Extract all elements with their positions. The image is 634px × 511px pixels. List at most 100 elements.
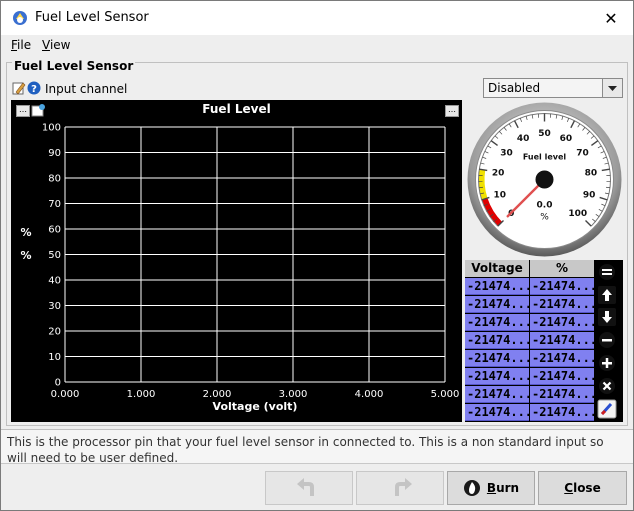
table-cell-voltage[interactable]: -21474... — [465, 386, 529, 403]
minus-icon — [599, 332, 615, 348]
close-button[interactable]: Close — [538, 471, 627, 505]
menu-view[interactable]: View — [42, 38, 70, 52]
table-cell-percent[interactable]: -21474... — [530, 314, 594, 331]
x-tick-label: 0.000 — [51, 389, 80, 400]
gauge-unit: % — [540, 213, 549, 223]
table-cell-voltage[interactable]: -21474... — [465, 296, 529, 313]
close-label: Close — [564, 481, 601, 495]
column-header-percent[interactable]: % — [530, 260, 594, 277]
edit-pen-button[interactable] — [597, 399, 617, 419]
burn-icon — [463, 480, 480, 496]
window-close-button[interactable]: ✕ — [589, 1, 633, 35]
y-tick-label: 30 — [48, 301, 61, 312]
add-row-button[interactable] — [597, 353, 617, 373]
table-cell-percent[interactable]: -21474... — [530, 386, 594, 403]
gauge-tick-label: 90 — [583, 191, 596, 201]
title-bar[interactable]: Fuel Level Sensor ✕ — [1, 1, 633, 35]
group-title: Fuel Level Sensor — [12, 59, 136, 73]
undo-button[interactable] — [265, 471, 353, 505]
gauge-tick-label: 10 — [494, 191, 507, 201]
input-row-icons: ? — [12, 81, 41, 96]
remove-row-button[interactable] — [597, 330, 617, 350]
x-tick-label: 5.000 — [431, 389, 460, 400]
input-channel-select[interactable]: Disabled — [483, 78, 623, 98]
edit-note-icon[interactable] — [12, 82, 26, 95]
table-cell-percent[interactable]: -21474... — [530, 368, 594, 385]
move-down-button[interactable] — [597, 307, 617, 327]
redo-button[interactable] — [356, 471, 444, 505]
equals-button[interactable] — [597, 262, 617, 282]
dialog-window: Fuel Level Sensor ✕ File View Fuel Level… — [0, 0, 634, 511]
x-tick-label: 2.000 — [203, 389, 232, 400]
y-tick-label: 20 — [48, 327, 61, 338]
table-cell-voltage[interactable]: -21474... — [465, 332, 529, 349]
undo-icon — [297, 478, 314, 496]
x-tick-label: 1.000 — [127, 389, 156, 400]
table-cell-voltage[interactable]: -21474... — [465, 404, 529, 421]
y-tick-label: 100 — [42, 123, 61, 134]
y-tick-label: 60 — [48, 225, 61, 236]
y-axis-label: % — [20, 249, 31, 262]
gauge-tick-label: 50 — [538, 129, 551, 139]
table-cell-percent[interactable]: -21474... — [530, 350, 594, 367]
gauge-tick-label: 80 — [585, 169, 598, 179]
gauge-tick-label: 30 — [500, 148, 513, 158]
chart-export-icon[interactable] — [31, 103, 47, 117]
table-cell-voltage[interactable]: -21474... — [465, 368, 529, 385]
y-tick-label: 90 — [48, 148, 61, 159]
clear-icon — [599, 378, 615, 394]
burn-button[interactable]: Burn — [447, 471, 535, 505]
gauge-tick-label: 100 — [568, 209, 587, 219]
chart-menu-button[interactable]: … — [445, 105, 459, 117]
x-tick-label: 4.000 — [355, 389, 384, 400]
y-tick-label: 10 — [48, 352, 61, 363]
table-cell-voltage[interactable]: -21474... — [465, 350, 529, 367]
plus-icon — [599, 355, 615, 371]
description-text: This is the processor pin that your fuel… — [1, 429, 633, 465]
arrow-up-icon — [598, 286, 616, 304]
pen-icon — [597, 399, 617, 419]
move-up-button[interactable] — [597, 285, 617, 305]
y-tick-label: 70 — [48, 199, 61, 210]
y-tick-label: 40 — [48, 276, 61, 287]
fuel-level-chart: 0.000 1.000 2.000 3.000 4.000 5.000 0 10 20 30 40 5… — [11, 100, 462, 422]
table-cell-percent[interactable]: -21474... — [530, 404, 594, 421]
close-icon: ✕ — [604, 8, 618, 28]
burn-label: Burn — [486, 481, 520, 495]
clear-button[interactable] — [597, 376, 617, 396]
svg-text:?: ? — [31, 84, 37, 95]
input-channel-label: Input channel — [45, 82, 128, 96]
arrow-down-icon — [598, 308, 616, 326]
chevron-down-icon — [608, 86, 617, 91]
y-tick-label: 0 — [55, 378, 61, 389]
app-icon — [13, 11, 27, 25]
dropdown-button[interactable] — [602, 79, 622, 97]
redo-icon — [395, 478, 412, 496]
gauge-tick-label: 70 — [576, 148, 589, 158]
table-cell-percent[interactable]: -21474... — [530, 296, 594, 313]
x-tick-label: 3.000 — [279, 389, 308, 400]
y-axis-label: % — [20, 226, 31, 239]
gauge-tick — [478, 186, 484, 189]
x-axis-label: Voltage (volt) — [213, 400, 298, 413]
chart-title: Fuel Level — [202, 102, 271, 116]
equals-icon — [599, 264, 615, 280]
gauge-value: 0.0 — [537, 201, 553, 211]
column-header-voltage[interactable]: Voltage — [465, 260, 529, 277]
menu-file[interactable]: File — [11, 38, 31, 52]
gauge-title: Fuel level — [523, 153, 567, 162]
table-cell-percent[interactable]: -21474... — [530, 332, 594, 349]
chart-options-button[interactable]: … — [16, 105, 30, 117]
table-cell-voltage[interactable]: -21474... — [465, 278, 529, 295]
menu-bar: File View — [1, 35, 633, 55]
help-icon[interactable]: ? — [27, 81, 41, 96]
input-channel-value: Disabled — [488, 81, 541, 95]
gauge-tick-label: 20 — [492, 169, 505, 179]
table-cell-percent[interactable]: -21474... — [530, 278, 594, 295]
gauge-yellow-zone — [478, 169, 488, 200]
y-tick-label: 80 — [48, 174, 61, 185]
gauge-hub — [535, 170, 554, 189]
table-cell-voltage[interactable]: -21474... — [465, 314, 529, 331]
gauge-tick — [605, 186, 611, 189]
gauge-tick-label: 40 — [517, 134, 530, 144]
